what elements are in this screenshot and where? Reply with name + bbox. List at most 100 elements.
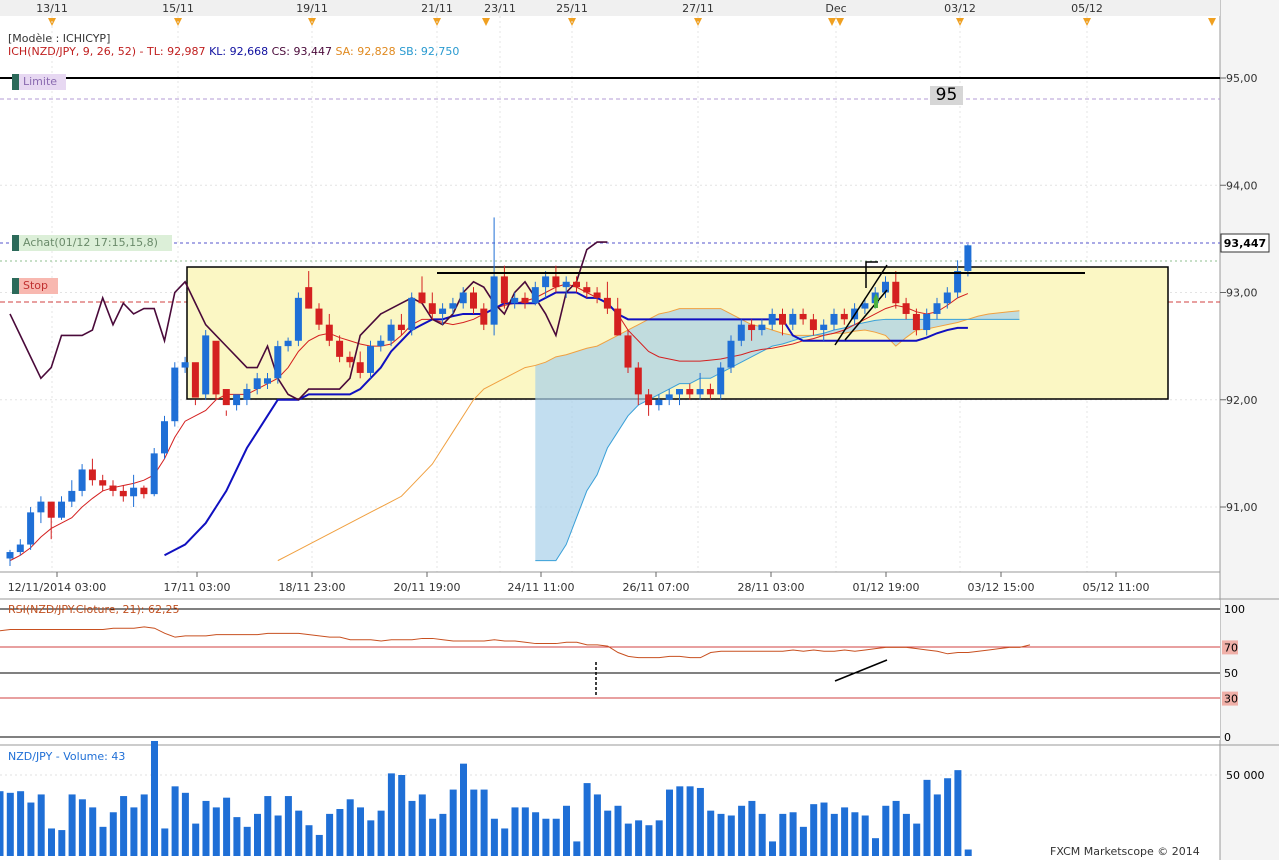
volume-bar[interactable] xyxy=(274,815,282,857)
limit-level-box[interactable]: 95 xyxy=(930,86,963,105)
volume-bar[interactable] xyxy=(769,841,776,856)
volume-bar[interactable] xyxy=(810,804,818,856)
candle-body[interactable] xyxy=(676,389,683,395)
candle-body[interactable] xyxy=(748,324,756,331)
volume-bar[interactable] xyxy=(377,810,385,856)
volume-bar[interactable] xyxy=(738,805,746,856)
volume-bar[interactable] xyxy=(696,787,704,856)
volume-bar[interactable] xyxy=(841,807,849,856)
candle-body[interactable] xyxy=(37,501,45,513)
candle-body[interactable] xyxy=(428,303,436,314)
volume-bar[interactable] xyxy=(686,786,694,856)
volume-bar[interactable] xyxy=(336,809,344,856)
volume-bar[interactable] xyxy=(944,778,952,856)
candle-body[interactable] xyxy=(325,324,333,341)
candle-body[interactable] xyxy=(408,297,416,331)
volume-bar[interactable] xyxy=(707,810,715,856)
volume-bar[interactable] xyxy=(89,807,97,856)
volume-bar[interactable] xyxy=(6,792,14,856)
candle-body[interactable] xyxy=(573,281,580,288)
candle-body[interactable] xyxy=(346,356,354,363)
volume-bar[interactable] xyxy=(68,794,76,856)
volume-bar[interactable] xyxy=(655,820,663,856)
candle-body[interactable] xyxy=(418,292,426,304)
volume-bar[interactable] xyxy=(872,838,879,856)
volume-bar[interactable] xyxy=(151,740,158,856)
candle-body[interactable] xyxy=(16,544,24,553)
volume-bar[interactable] xyxy=(48,828,55,856)
volume-bar[interactable] xyxy=(727,815,735,857)
candle-body[interactable] xyxy=(912,313,920,331)
candle-body[interactable] xyxy=(593,292,601,298)
candle-body[interactable] xyxy=(758,324,766,331)
candle-body[interactable] xyxy=(923,313,931,331)
volume-bar[interactable] xyxy=(624,823,632,856)
candle-body[interactable] xyxy=(500,276,508,304)
candle-body[interactable] xyxy=(264,378,271,384)
candle-body[interactable] xyxy=(377,340,385,347)
volume-bar[interactable] xyxy=(521,807,529,856)
candle-body[interactable] xyxy=(253,378,261,390)
volume-bar[interactable] xyxy=(964,849,972,856)
candle-body[interactable] xyxy=(243,389,251,400)
volume-bar[interactable] xyxy=(58,830,66,856)
volume-bar[interactable] xyxy=(470,789,478,856)
volume-bar[interactable] xyxy=(583,783,591,856)
candle-body[interactable] xyxy=(336,340,344,357)
candle-body[interactable] xyxy=(212,340,220,395)
volume-bar[interactable] xyxy=(254,813,261,856)
volume-bar[interactable] xyxy=(573,841,581,856)
volume-bar[interactable] xyxy=(140,794,148,856)
volume-bar[interactable] xyxy=(315,834,323,856)
candle-body[interactable] xyxy=(511,297,519,304)
volume-bar[interactable] xyxy=(604,810,612,856)
candle-body[interactable] xyxy=(470,292,477,309)
volume-bar[interactable] xyxy=(367,820,375,856)
candle-body[interactable] xyxy=(439,308,447,314)
candle-body[interactable] xyxy=(78,469,86,491)
volume-bar[interactable] xyxy=(913,823,921,856)
candle-body[interactable] xyxy=(809,319,817,331)
volume-bar[interactable] xyxy=(429,818,437,856)
volume-bar[interactable] xyxy=(923,779,931,856)
buy-order-tag[interactable]: Achat(01/12 17:15,15,8) xyxy=(12,235,172,251)
candle-body[interactable] xyxy=(717,367,725,395)
volume-bar[interactable] xyxy=(233,817,241,856)
volume-bar[interactable] xyxy=(130,807,138,856)
candle-body[interactable] xyxy=(459,292,467,304)
volume-bar[interactable] xyxy=(861,815,869,857)
candle-body[interactable] xyxy=(665,394,673,400)
volume-bar[interactable] xyxy=(758,813,766,856)
candle-body[interactable] xyxy=(490,276,498,325)
volume-bar[interactable] xyxy=(171,786,179,856)
volume-bar[interactable] xyxy=(563,805,570,856)
volume-bar[interactable] xyxy=(954,770,962,856)
candle-body[interactable] xyxy=(892,281,900,304)
candle-body[interactable] xyxy=(583,287,591,293)
candle-body[interactable] xyxy=(954,271,962,293)
candle-body[interactable] xyxy=(181,362,189,368)
candle-body[interactable] xyxy=(305,287,313,309)
candle-body[interactable] xyxy=(603,297,611,309)
volume-bar[interactable] xyxy=(78,799,86,856)
candle-body[interactable] xyxy=(449,303,457,309)
volume-bar[interactable] xyxy=(0,791,4,856)
volume-bar[interactable] xyxy=(552,818,560,856)
volume-bar[interactable] xyxy=(17,791,25,856)
candle-body[interactable] xyxy=(202,335,210,395)
candle-body[interactable] xyxy=(109,485,117,491)
volume-bar[interactable] xyxy=(614,805,622,856)
candle-body[interactable] xyxy=(480,308,488,325)
candle-body[interactable] xyxy=(6,552,14,559)
candle-body[interactable] xyxy=(161,421,168,454)
limit-order-tag[interactable]: Limite xyxy=(12,74,66,90)
candle-body[interactable] xyxy=(902,303,910,314)
candle-body[interactable] xyxy=(779,313,786,325)
candle-body[interactable] xyxy=(706,389,714,395)
candle-body[interactable] xyxy=(655,399,663,406)
volume-bar[interactable] xyxy=(295,810,303,856)
candle-body[interactable] xyxy=(933,303,941,314)
volume-bar[interactable] xyxy=(748,800,756,856)
volume-bar[interactable] xyxy=(326,813,334,856)
volume-bar[interactable] xyxy=(243,826,251,856)
